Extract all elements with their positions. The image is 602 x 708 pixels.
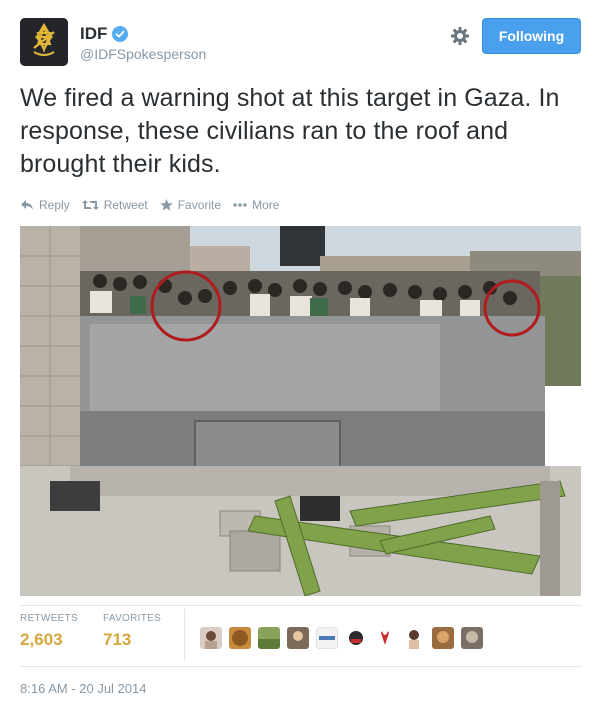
star-icon bbox=[159, 199, 173, 211]
divider bbox=[20, 666, 582, 667]
favoriter-avatar[interactable] bbox=[374, 627, 396, 649]
author-avatar[interactable] bbox=[20, 18, 68, 66]
favoriter-avatar[interactable] bbox=[432, 627, 454, 649]
favoriters-list bbox=[200, 627, 490, 649]
favoriter-avatar[interactable] bbox=[345, 627, 367, 649]
favoriter-avatar[interactable] bbox=[200, 627, 222, 649]
rooftop-photo bbox=[20, 226, 581, 596]
tweet-photo[interactable] bbox=[20, 226, 581, 596]
retweets-label: RETWEETS bbox=[20, 613, 78, 624]
tweet-timestamp[interactable]: 8:16 AM - 20 Jul 2014 bbox=[20, 681, 146, 696]
favoriter-avatar[interactable] bbox=[287, 627, 309, 649]
more-dots-icon bbox=[233, 203, 247, 207]
reply-label: Reply bbox=[39, 198, 70, 212]
tweet-text: We fired a warning shot at this target i… bbox=[20, 84, 560, 178]
favoriter-avatar[interactable] bbox=[316, 627, 338, 649]
favoriter-avatar[interactable] bbox=[461, 627, 483, 649]
favorites-label: FAVORITES bbox=[103, 613, 162, 624]
favoriter-avatar[interactable] bbox=[258, 627, 280, 649]
following-button[interactable]: Following bbox=[482, 18, 581, 54]
reply-icon bbox=[21, 200, 33, 210]
author-handle[interactable]: @IDFSpokesperson bbox=[80, 46, 206, 62]
verified-badge-icon bbox=[112, 26, 129, 42]
favorites-stat[interactable]: FAVORITES 713 bbox=[103, 613, 161, 650]
retweets-count[interactable]: 2,603 bbox=[20, 630, 78, 650]
author-name-row[interactable]: IDF bbox=[80, 24, 129, 44]
favorite-action[interactable]: Favorite bbox=[159, 198, 222, 212]
favorites-count[interactable]: 713 bbox=[103, 630, 161, 650]
author-name[interactable]: IDF bbox=[80, 24, 107, 44]
tweet-actions: Reply Retweet Favorite More bbox=[20, 198, 291, 212]
idf-logo-icon bbox=[20, 18, 68, 66]
stats-divider bbox=[184, 609, 185, 661]
retweet-action[interactable]: Retweet bbox=[81, 198, 148, 212]
retweet-icon bbox=[81, 200, 99, 210]
retweet-label: Retweet bbox=[103, 198, 148, 212]
retweets-stat[interactable]: RETWEETS 2,603 bbox=[20, 613, 78, 650]
more-label: More bbox=[252, 198, 280, 212]
favorite-label: Favorite bbox=[177, 198, 222, 212]
gear-icon[interactable] bbox=[450, 26, 470, 46]
favoriter-avatar[interactable] bbox=[229, 627, 251, 649]
favoriter-avatar[interactable] bbox=[403, 627, 425, 649]
reply-action[interactable]: Reply bbox=[20, 198, 70, 212]
tweet-header: IDF @IDFSpokesperson Following bbox=[20, 18, 582, 68]
divider bbox=[20, 605, 582, 606]
tweet-stats: RETWEETS 2,603 FAVORITES 713 bbox=[20, 609, 582, 668]
more-action[interactable]: More bbox=[233, 198, 279, 212]
